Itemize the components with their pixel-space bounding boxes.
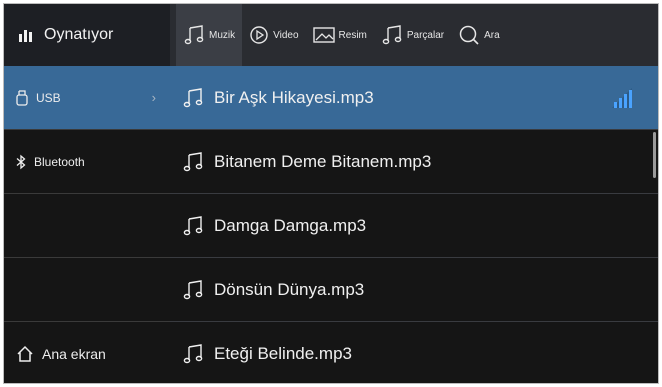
now-playing-button[interactable]: Oynatıyor [4, 4, 170, 66]
music-note-icon [183, 344, 203, 364]
top-bar: Oynatıyor Muzik Video Resim Parçalar Ara [4, 4, 658, 66]
file-row[interactable]: Damga Damga.mp3 [170, 194, 658, 258]
source-bluetooth[interactable]: Bluetooth [4, 130, 170, 194]
tab-search-label: Ara [484, 29, 500, 41]
source-bluetooth-label: Bluetooth [34, 154, 85, 169]
home-icon [17, 345, 33, 362]
file-list: Bir Aşk Hikayesi.mp3 Bitanem Deme Bitane… [170, 66, 658, 383]
scrollbar-thumb[interactable] [653, 132, 656, 178]
source-list: USB › Bluetooth Ana ekran [4, 66, 170, 383]
file-row[interactable]: Bitanem Deme Bitanem.mp3 [170, 130, 658, 194]
now-playing-bars-icon [612, 88, 632, 108]
file-name: Damga Damga.mp3 [214, 215, 367, 235]
music-note-icon [382, 25, 402, 45]
play-circle-icon [250, 26, 268, 44]
source-empty-slot [4, 258, 170, 322]
equalizer-icon [19, 30, 32, 42]
tab-tracks-label: Parçalar [406, 29, 445, 41]
music-note-icon [183, 87, 203, 107]
source-usb[interactable]: USB › [4, 66, 170, 130]
media-player-screen: Oynatıyor Muzik Video Resim Parçalar Ara… [3, 3, 659, 384]
file-row[interactable]: Dönsün Dünya.mp3 [170, 258, 658, 322]
file-name: Dönsün Dünya.mp3 [214, 279, 365, 299]
music-note-icon [184, 25, 204, 45]
home-screen-label: Ana ekran [42, 346, 106, 362]
usb-icon [16, 89, 28, 106]
file-name: Bir Aşk Hikayesi.mp3 [214, 87, 374, 107]
image-icon [312, 27, 335, 43]
tab-video[interactable]: Video [242, 4, 305, 66]
now-playing-label: Oynatıyor [44, 26, 114, 43]
chevron-right-icon: › [151, 90, 156, 105]
bluetooth-icon [16, 154, 26, 169]
music-note-icon [183, 215, 203, 235]
tab-tracks[interactable]: Parçalar [374, 4, 451, 66]
tab-image-label: Resim [338, 29, 367, 41]
tab-image[interactable]: Resim [306, 4, 374, 66]
tab-video-label: Video [273, 29, 299, 41]
source-empty-slot [4, 194, 170, 258]
source-usb-label: USB [36, 90, 61, 105]
file-row[interactable]: Eteği Belinde.mp3 [170, 322, 658, 383]
tab-music-label: Muzik [209, 29, 236, 41]
search-icon [459, 25, 479, 45]
file-name: Bitanem Deme Bitanem.mp3 [214, 151, 432, 171]
tab-music[interactable]: Muzik [176, 4, 243, 66]
tab-bar: Muzik Video Resim Parçalar Ara [170, 4, 658, 66]
music-note-icon [183, 151, 203, 171]
tab-search[interactable]: Ara [451, 4, 507, 66]
music-note-icon [183, 279, 203, 299]
file-name: Eteği Belinde.mp3 [214, 344, 352, 363]
home-screen-button[interactable]: Ana ekran [4, 322, 170, 383]
file-row[interactable]: Bir Aşk Hikayesi.mp3 [170, 66, 658, 130]
